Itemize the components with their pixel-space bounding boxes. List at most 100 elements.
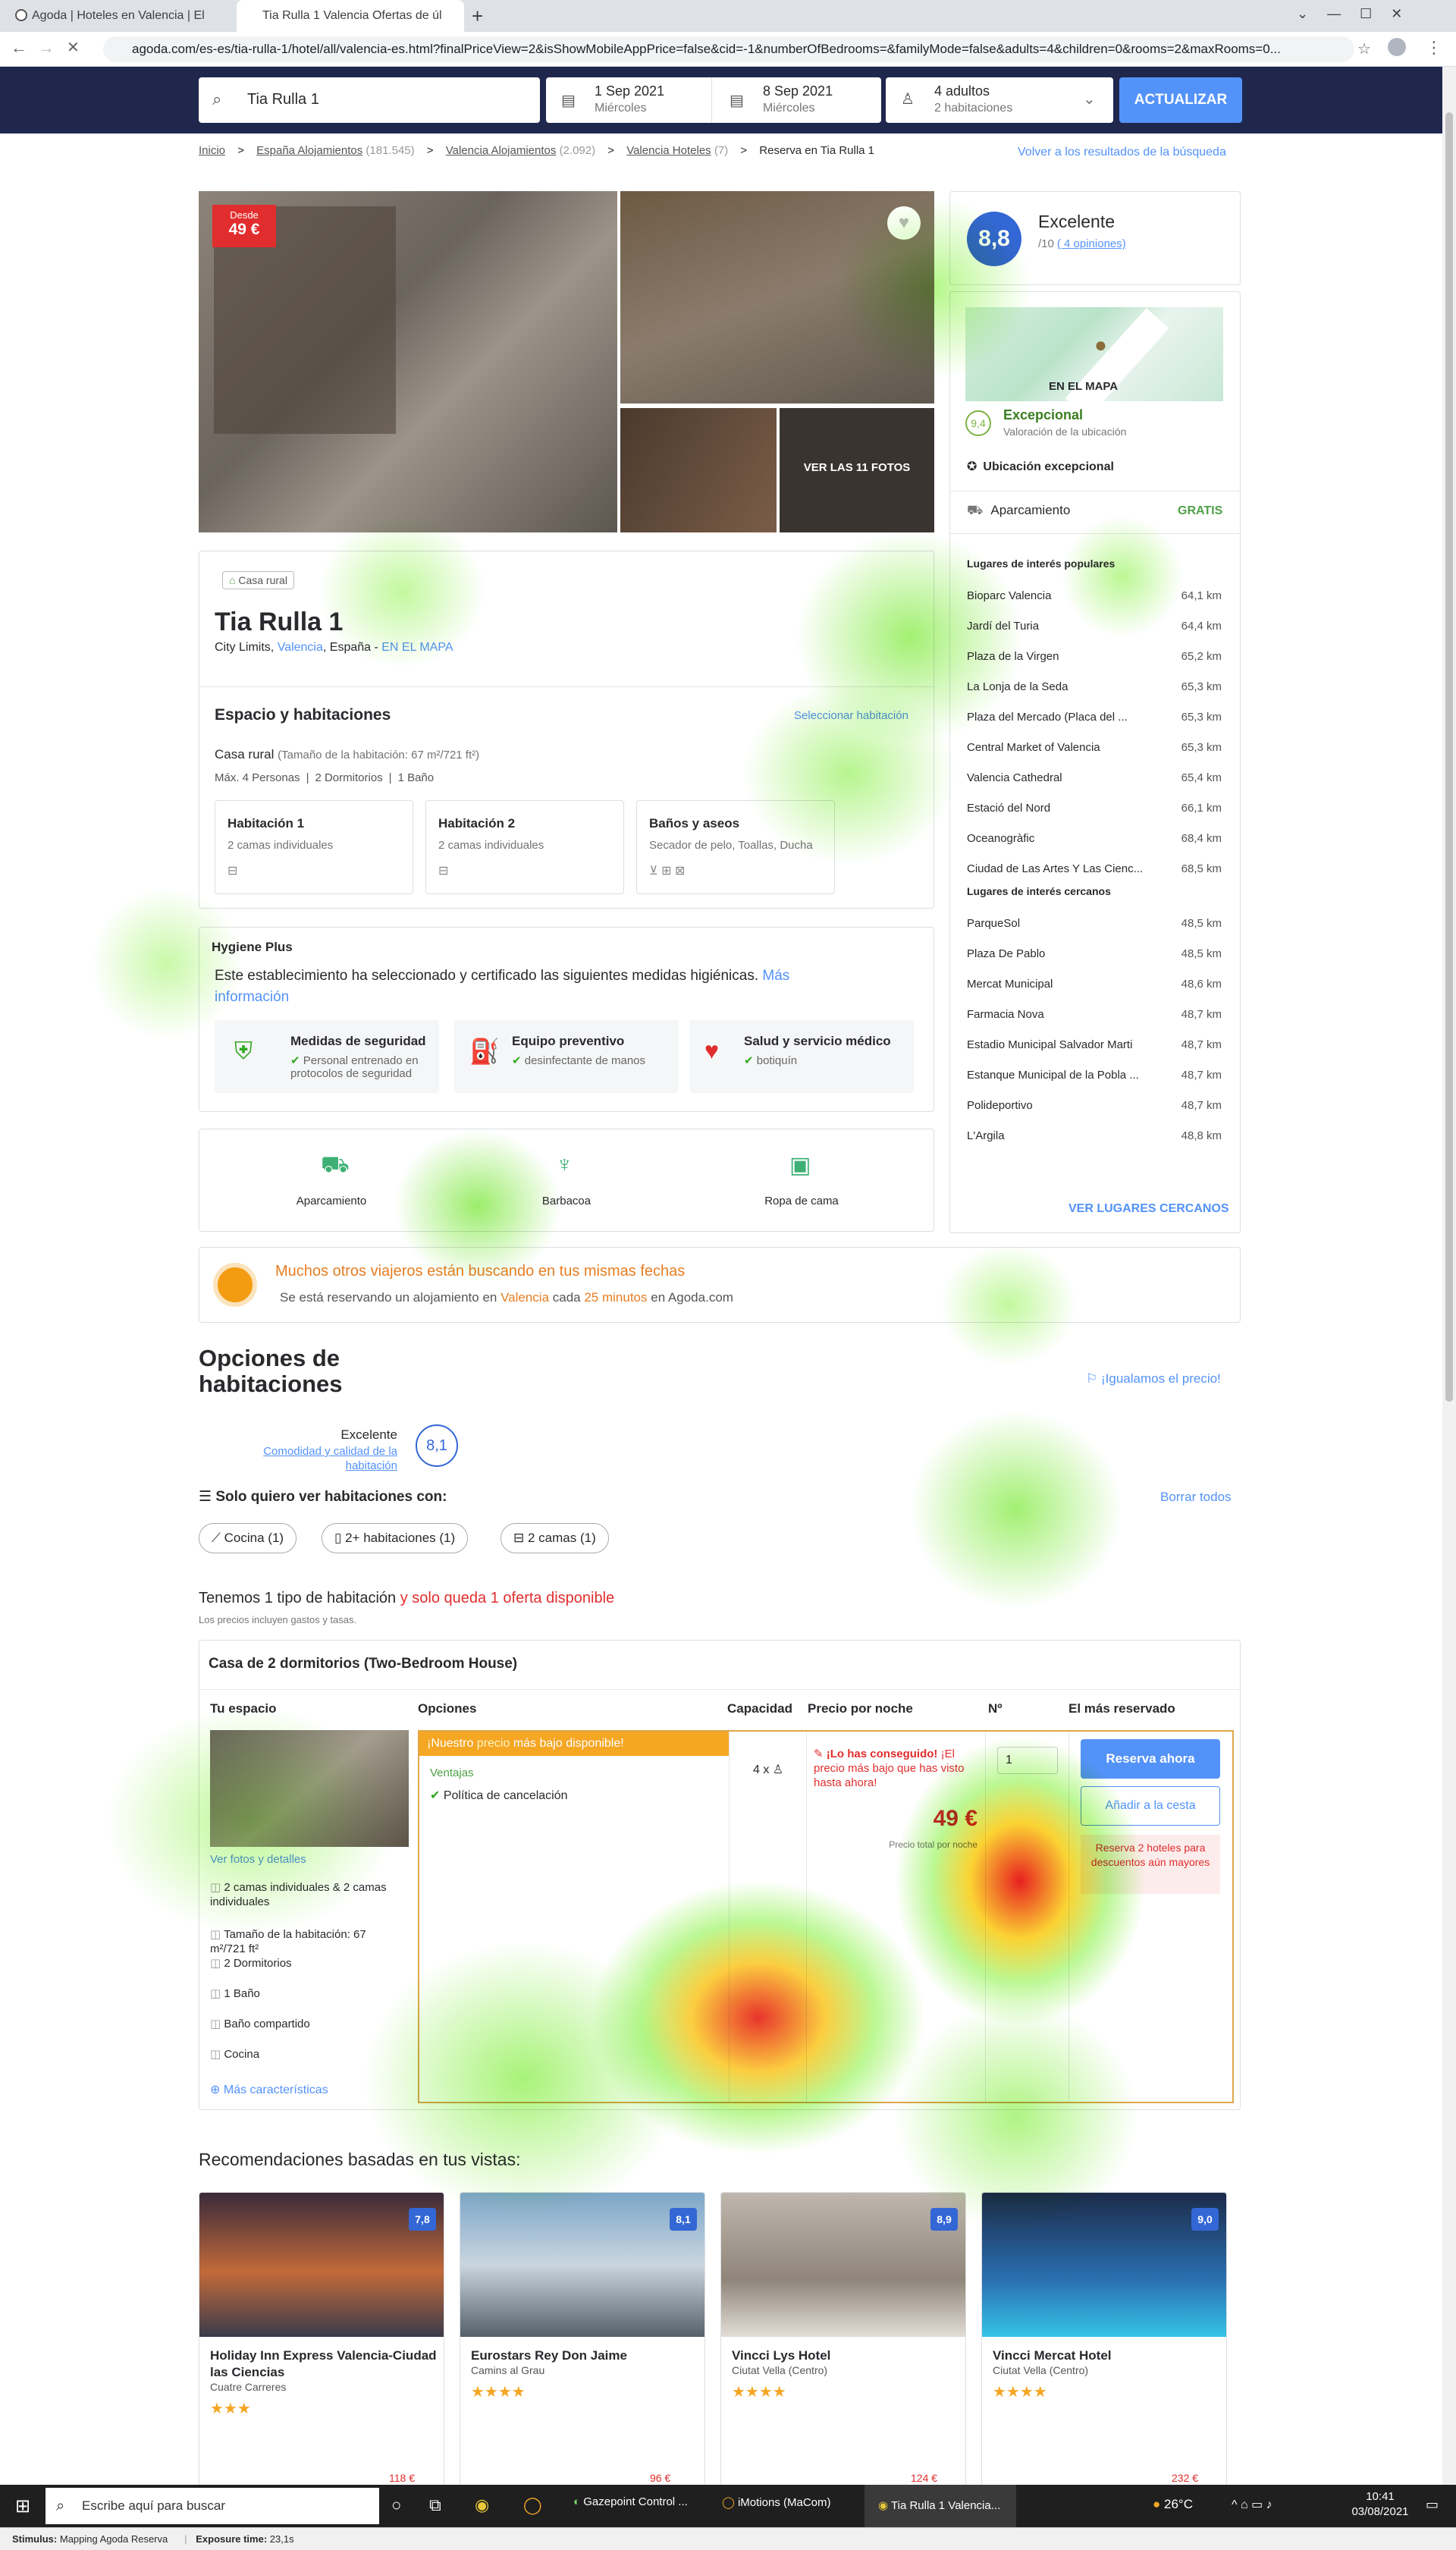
date-picker[interactable]: ▤ 1 Sep 2021 Miércoles ▤ 8 Sep 2021 Miér… <box>546 77 881 123</box>
stop-icon[interactable]: ✕ <box>67 38 80 57</box>
demand-time: 25 minutos <box>584 1290 648 1305</box>
browser-tab-1[interactable]: Agoda | Hoteles en Valencia | El <box>6 0 234 32</box>
back-icon[interactable]: ← <box>11 38 27 58</box>
space-type: Casa rural <box>215 747 275 762</box>
taskbar-app-imotions[interactable]: ◯ iMotions (MaCom) <box>722 2495 831 2509</box>
poi-row[interactable]: Estanque Municipal de la Pobla ... 48,7 k… <box>967 1069 1222 1082</box>
app-icon[interactable]: ◯ <box>523 2495 542 2515</box>
poi-row[interactable]: Mercat Municipal 48,6 km <box>967 978 1222 991</box>
more-info-link[interactable]: Más <box>762 968 789 984</box>
notification-icon[interactable]: ▭ <box>1426 2497 1439 2513</box>
mini-map[interactable]: ● EN EL MAPA <box>965 307 1223 419</box>
room-score-sub[interactable]: Comodidad y calidad de la habitación <box>228 1444 397 1473</box>
taskbar-app-chrome[interactable]: ◉ Tia Rulla 1 Valencia... <box>864 2485 1016 2527</box>
task-view-icon[interactable]: ⧉ <box>429 2495 441 2515</box>
filter-chip-rooms[interactable]: ▯ 2+ habitaciones (1) <box>322 1523 469 1553</box>
photos-details-link[interactable]: Ver fotos y detalles <box>210 1853 306 1866</box>
map-label[interactable]: EN EL MAPA <box>1049 380 1118 393</box>
quantity-select[interactable]: 1 <box>997 1747 1058 1774</box>
search-input[interactable]: ⌕ Tia Rulla 1 <box>199 77 540 123</box>
taskbar-search-input[interactable]: ⌕ Escribe aquí para buscar <box>46 2488 379 2524</box>
room-photo[interactable] <box>210 1730 409 1847</box>
poi-row[interactable]: Plaza del Mercado (Placa del ... 65,3 km <box>967 711 1222 724</box>
menu-kebab-icon[interactable]: ⋮ <box>1426 38 1442 58</box>
cancellation-policy[interactable]: ✔ Política de cancelación <box>430 1788 568 1803</box>
search-header: ⌕ Tia Rulla 1 ▤ 1 Sep 2021 Miércoles ▤ 8… <box>0 67 1456 133</box>
poi-row[interactable]: Central Market of Valencia 65,3 km <box>967 741 1222 754</box>
forward-icon[interactable]: → <box>38 38 55 58</box>
fact: Máx. 4 Personas <box>215 771 300 784</box>
map-link[interactable]: EN EL MAPA <box>381 641 453 654</box>
poi-name: Jardí del Turia <box>967 620 1040 633</box>
new-tab-icon[interactable]: + <box>472 5 483 28</box>
filter-chip-beds[interactable]: ⊟ 2 camas (1) <box>500 1523 609 1553</box>
poi-distance: 64,4 km <box>1181 620 1222 633</box>
room-feature: ◫ 2 Dormitorios <box>210 1956 400 1971</box>
poi-row[interactable]: L'Argila 48,8 km <box>967 1129 1222 1142</box>
poi-row[interactable]: Polideportivo 48,7 km <box>967 1099 1222 1112</box>
back-to-results-link[interactable]: Volver a los resultados de la búsqueda <box>1018 146 1226 159</box>
clock[interactable]: 10:41 03/08/2021 <box>1350 2489 1410 2520</box>
guests-picker[interactable]: ♙ 4 adultos 2 habitaciones ⌄ <box>886 77 1113 123</box>
rec-card[interactable]: 8,9 Vincci Lys Hotel Ciutat Vella (Centro)… <box>720 2192 966 2495</box>
window-controls[interactable]: ⌄ — ☐ ✕ <box>1297 6 1402 22</box>
rec-card[interactable]: 8,1 Eurostars Rey Don Jaime Camins al Grau… <box>460 2192 705 2495</box>
cortana-icon[interactable]: ○ <box>391 2495 401 2515</box>
favorite-heart-icon[interactable]: ♥ <box>887 206 921 240</box>
book-now-button[interactable]: Reserva ahora <box>1081 1739 1220 1779</box>
rec-price: 232 € <box>1172 2472 1199 2484</box>
page-scrollbar[interactable] <box>1442 67 1456 2485</box>
add-to-cart-button[interactable]: Añadir a la cesta <box>1081 1786 1220 1826</box>
more-features-link[interactable]: ⊕ Más características <box>210 2082 328 2097</box>
city-link[interactable]: Valencia <box>278 641 323 654</box>
poi-row[interactable]: La Lonja de la Seda 65,3 km <box>967 680 1222 693</box>
poi-row[interactable]: Plaza De Pablo 48,5 km <box>967 947 1222 960</box>
poi-distance: 48,7 km <box>1181 1038 1222 1051</box>
chrome-icon[interactable]: ◉ <box>475 2495 489 2515</box>
bookmark-star-icon[interactable]: ☆ <box>1357 39 1371 58</box>
offer-box: ¡Nuestro precio más bajo disponible! Ven… <box>418 1730 1234 2103</box>
hotel-photo-2[interactable]: ♥ <box>620 191 934 404</box>
update-button[interactable]: ACTUALIZAR <box>1119 77 1242 123</box>
hotel-photo-4[interactable]: VER LAS 11 FOTOS <box>780 408 934 532</box>
filter-chip-kitchen[interactable]: ⟋ Cocina (1) <box>199 1523 297 1553</box>
address-bar[interactable]: agoda.com/es-es/tia-rulla-1/hotel/all/va… <box>103 36 1354 62</box>
weather[interactable]: ● 26°C <box>1153 2497 1193 2512</box>
taskbar-app-gazepoint[interactable]: ◐ Gazepoint Control ... <box>573 2495 688 2508</box>
tray-icons[interactable]: ^ ⌂ ▭ ♪ <box>1232 2497 1272 2512</box>
poi-row[interactable]: Bioparc Valencia 64,1 km <box>967 589 1222 602</box>
parking-free-tag: GRATIS <box>1178 504 1223 517</box>
poi-row[interactable]: Farmacia Nova 48,7 km <box>967 1008 1222 1021</box>
price-match-link[interactable]: ⚐ ¡Igualamos el precio! <box>1086 1371 1221 1386</box>
more-info-link[interactable]: información <box>215 989 289 1005</box>
poi-row[interactable]: Jardí del Turia 64,4 km <box>967 620 1222 633</box>
windows-start-icon[interactable]: ⊞ <box>15 2495 30 2517</box>
breadcrumb-home[interactable]: Inicio <box>199 144 225 157</box>
reviews-link[interactable]: ( 4 opiniones) <box>1057 237 1126 250</box>
breadcrumb-hotels[interactable]: Valencia Hoteles <box>626 144 711 157</box>
poi-row[interactable]: Estadio Municipal Salvador Marti 48,7 km <box>967 1038 1222 1051</box>
see-all-photos[interactable]: VER LAS 11 FOTOS <box>780 461 934 474</box>
bed-icon: ⊟ <box>228 865 238 878</box>
lowest-price-banner: ¡Nuestro precio más bajo disponible! <box>419 1732 729 1756</box>
price-match-icon: ⚐ <box>1086 1371 1098 1386</box>
hotel-photo-3[interactable] <box>620 408 777 532</box>
poi-row[interactable]: Plaza de la Virgen 65,2 km <box>967 650 1222 663</box>
rec-card[interactable]: 7,8 Holiday Inn Express Valencia-Ciudad l… <box>199 2192 444 2495</box>
poi-row[interactable]: Valencia Cathedral 65,4 km <box>967 771 1222 784</box>
see-nearby-places-link[interactable]: VER LUGARES CERCANOS <box>1068 1202 1229 1216</box>
poi-row[interactable]: ParqueSol 48,5 km <box>967 917 1222 930</box>
select-room-link[interactable]: Seleccionar habitación <box>794 709 908 722</box>
poi-row[interactable]: Estació del Nord 66,1 km <box>967 802 1222 815</box>
col-most-booked: El más reservado <box>1068 1701 1175 1716</box>
poi-row[interactable]: Ciudad de Las Artes Y Las Cienc... 68,5 k… <box>967 862 1222 875</box>
profile-avatar[interactable] <box>1388 38 1406 56</box>
scrollbar-thumb[interactable] <box>1445 112 1453 1402</box>
breadcrumb-country[interactable]: España Alojamientos <box>256 144 362 157</box>
hotel-main-photo[interactable]: Desde 49 € <box>199 191 617 532</box>
poi-row[interactable]: Oceanogràfic 68,4 km <box>967 832 1222 845</box>
breadcrumb-city[interactable]: Valencia Alojamientos <box>446 144 557 157</box>
rec-card[interactable]: 9,0 Vincci Mercat Hotel Ciutat Vella (Cent… <box>981 2192 1227 2495</box>
clear-filters-link[interactable]: Borrar todos <box>1160 1490 1232 1505</box>
browser-tab-2[interactable]: Tia Rulla 1 Valencia Ofertas de úl <box>237 0 464 32</box>
